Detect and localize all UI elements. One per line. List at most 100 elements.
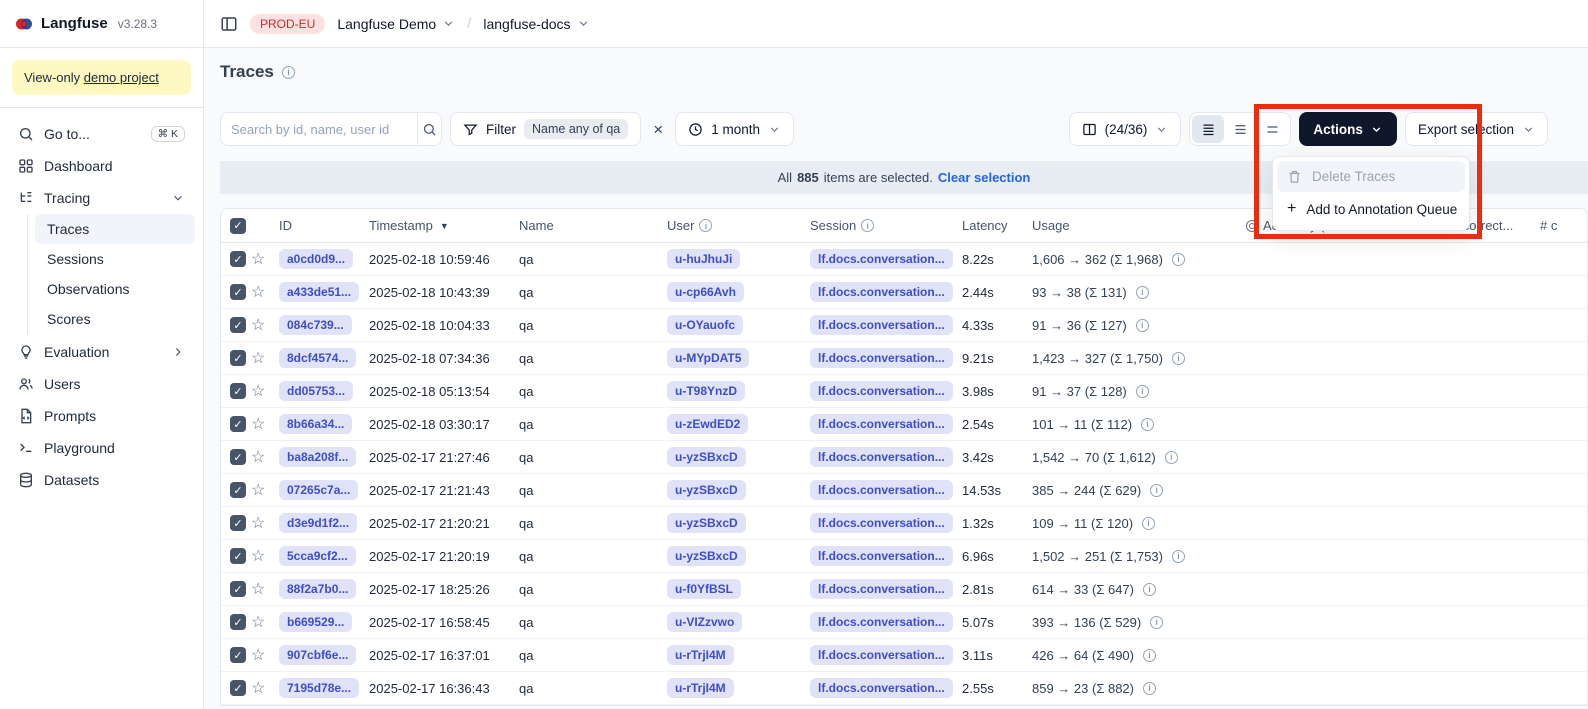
trace-id-badge[interactable]: 88f2a7b0... <box>279 579 356 599</box>
trace-id-badge[interactable]: b669529... <box>279 612 352 632</box>
session-badge[interactable]: lf.docs.conversation... <box>810 612 953 632</box>
star-icon[interactable]: ☆ <box>251 678 265 698</box>
clear-filter-button[interactable]: × <box>649 121 667 138</box>
star-icon[interactable]: ☆ <box>251 348 265 368</box>
user-badge[interactable]: u-yzSBxcD <box>667 513 746 533</box>
info-icon[interactable]: i <box>1143 682 1156 695</box>
row-checkbox[interactable]: ✓ <box>230 284 246 300</box>
info-icon[interactable]: i <box>1143 649 1156 662</box>
star-icon[interactable]: ☆ <box>251 546 265 566</box>
sidebar-item-scores[interactable]: Scores <box>35 304 195 334</box>
sidebar-item-tracing[interactable]: Tracing <box>8 182 195 214</box>
sidebar-toggle-icon[interactable] <box>220 15 238 33</box>
session-badge[interactable]: lf.docs.conversation... <box>810 315 953 335</box>
search-button[interactable] <box>417 113 441 145</box>
user-badge[interactable]: u-MYpDAT5 <box>667 348 749 368</box>
trace-id-badge[interactable]: 084c739... <box>279 315 352 335</box>
session-badge[interactable]: lf.docs.conversation... <box>810 447 953 467</box>
table-row[interactable]: ✓ ☆ 084c739... 2025-02-18 10:04:33 qa u-… <box>221 309 1587 342</box>
info-icon[interactable]: i <box>1150 484 1163 497</box>
search-input[interactable] <box>221 122 417 137</box>
info-icon[interactable]: i <box>1172 253 1185 266</box>
row-checkbox[interactable]: ✓ <box>230 548 246 564</box>
table-row[interactable]: ✓ ☆ 8dcf4574... 2025-02-18 07:34:36 qa u… <box>221 342 1587 375</box>
trace-id-badge[interactable]: 907cbf6e... <box>279 645 356 665</box>
row-checkbox[interactable]: ✓ <box>230 482 246 498</box>
column-header-session[interactable]: Sessioni <box>810 218 962 233</box>
user-badge[interactable]: u-huJhuJi <box>667 249 740 269</box>
column-header-usage[interactable]: Usage <box>1032 218 1246 233</box>
row-checkbox[interactable]: ✓ <box>230 515 246 531</box>
row-checkbox[interactable]: ✓ <box>230 317 246 333</box>
info-icon[interactable]: i <box>1172 352 1185 365</box>
info-icon[interactable]: i <box>1165 451 1178 464</box>
table-row[interactable]: ✓ ☆ d3e9d1f2... 2025-02-17 21:20:21 qa u… <box>221 507 1587 540</box>
star-icon[interactable]: ☆ <box>251 480 265 500</box>
star-icon[interactable]: ☆ <box>251 645 265 665</box>
column-header-timestamp[interactable]: Timestamp▼ <box>369 218 519 233</box>
session-badge[interactable]: lf.docs.conversation... <box>810 414 953 434</box>
table-row[interactable]: ✓ ☆ 7195d78e... 2025-02-17 16:36:43 qa u… <box>221 672 1587 705</box>
session-badge[interactable]: lf.docs.conversation... <box>810 480 953 500</box>
info-icon[interactable]: i <box>282 66 295 79</box>
table-row[interactable]: ✓ ☆ a0cd0d9... 2025-02-18 10:59:46 qa u-… <box>221 243 1587 276</box>
session-badge[interactable]: lf.docs.conversation... <box>810 546 953 566</box>
table-row[interactable]: ✓ ☆ b669529... 2025-02-17 16:58:45 qa u-… <box>221 606 1587 639</box>
column-header-name[interactable]: Name <box>519 218 667 233</box>
star-icon[interactable]: ☆ <box>251 381 265 401</box>
row-height-small-button[interactable] <box>1192 115 1224 143</box>
user-badge[interactable]: u-yzSBxcD <box>667 480 746 500</box>
column-header-score-cut[interactable]: # c <box>1540 218 1587 233</box>
table-row[interactable]: ✓ ☆ a433de51... 2025-02-18 10:43:39 qa u… <box>221 276 1587 309</box>
sidebar-item-goto[interactable]: Go to... ⌘ K <box>8 118 195 150</box>
sidebar-item-dashboard[interactable]: Dashboard <box>8 150 195 182</box>
trace-id-badge[interactable]: dd05753... <box>279 381 353 401</box>
star-icon[interactable]: ☆ <box>251 447 265 467</box>
table-row[interactable]: ✓ ☆ 88f2a7b0... 2025-02-17 18:25:26 qa u… <box>221 573 1587 606</box>
info-icon[interactable]: i <box>1136 286 1149 299</box>
actions-button[interactable]: Actions <box>1299 112 1397 146</box>
user-badge[interactable]: u-yzSBxcD <box>667 447 746 467</box>
user-badge[interactable]: u-OYauofc <box>667 315 743 335</box>
session-badge[interactable]: lf.docs.conversation... <box>810 381 953 401</box>
table-row[interactable]: ✓ ☆ ba8a208f... 2025-02-17 21:27:46 qa u… <box>221 441 1587 474</box>
row-height-medium-button[interactable] <box>1224 115 1256 143</box>
column-header-latency[interactable]: Latency <box>962 218 1032 233</box>
star-icon[interactable]: ☆ <box>251 249 265 269</box>
star-icon[interactable]: ☆ <box>251 315 265 335</box>
trace-id-badge[interactable]: 8dcf4574... <box>279 348 356 368</box>
trace-id-badge[interactable]: 7195d78e... <box>279 678 359 698</box>
row-checkbox[interactable]: ✓ <box>230 647 246 663</box>
table-row[interactable]: ✓ ☆ 8b66a34... 2025-02-18 03:30:17 qa u-… <box>221 408 1587 441</box>
info-icon[interactable]: i <box>1136 385 1149 398</box>
filter-button[interactable]: Filter Name any of qa <box>450 112 641 146</box>
sidebar-item-datasets[interactable]: Datasets <box>8 464 195 496</box>
session-badge[interactable]: lf.docs.conversation... <box>810 348 953 368</box>
breadcrumb-project[interactable]: langfuse-docs <box>483 16 589 32</box>
export-selection-button[interactable]: Export selection <box>1405 112 1548 146</box>
user-badge[interactable]: u-zEwdED2 <box>667 414 748 434</box>
table-row[interactable]: ✓ ☆ 5cca9cf2... 2025-02-17 21:20:19 qa u… <box>221 540 1587 573</box>
star-icon[interactable]: ☆ <box>251 579 265 599</box>
trace-id-badge[interactable]: 5cca9cf2... <box>279 546 356 566</box>
sidebar-item-observations[interactable]: Observations <box>35 274 195 304</box>
session-badge[interactable]: lf.docs.conversation... <box>810 579 953 599</box>
columns-button[interactable]: (24/36) <box>1069 112 1182 146</box>
trace-id-badge[interactable]: 8b66a34... <box>279 414 352 434</box>
row-checkbox[interactable]: ✓ <box>230 449 246 465</box>
session-badge[interactable]: lf.docs.conversation... <box>810 678 953 698</box>
trace-id-badge[interactable]: a0cd0d9... <box>279 249 353 269</box>
sidebar-item-evaluation[interactable]: Evaluation <box>8 336 195 368</box>
session-badge[interactable]: lf.docs.conversation... <box>810 282 953 302</box>
row-checkbox[interactable]: ✓ <box>230 614 246 630</box>
sidebar-item-playground[interactable]: Playground <box>8 432 195 464</box>
star-icon[interactable]: ☆ <box>251 414 265 434</box>
row-checkbox[interactable]: ✓ <box>230 251 246 267</box>
row-height-large-button[interactable] <box>1256 115 1288 143</box>
session-badge[interactable]: lf.docs.conversation... <box>810 645 953 665</box>
trace-id-badge[interactable]: 07265c7a... <box>279 480 358 500</box>
table-row[interactable]: ✓ ☆ 07265c7a... 2025-02-17 21:21:43 qa u… <box>221 474 1587 507</box>
column-header-id[interactable]: ID <box>279 218 369 233</box>
row-checkbox[interactable]: ✓ <box>230 416 246 432</box>
star-icon[interactable]: ☆ <box>251 282 265 302</box>
